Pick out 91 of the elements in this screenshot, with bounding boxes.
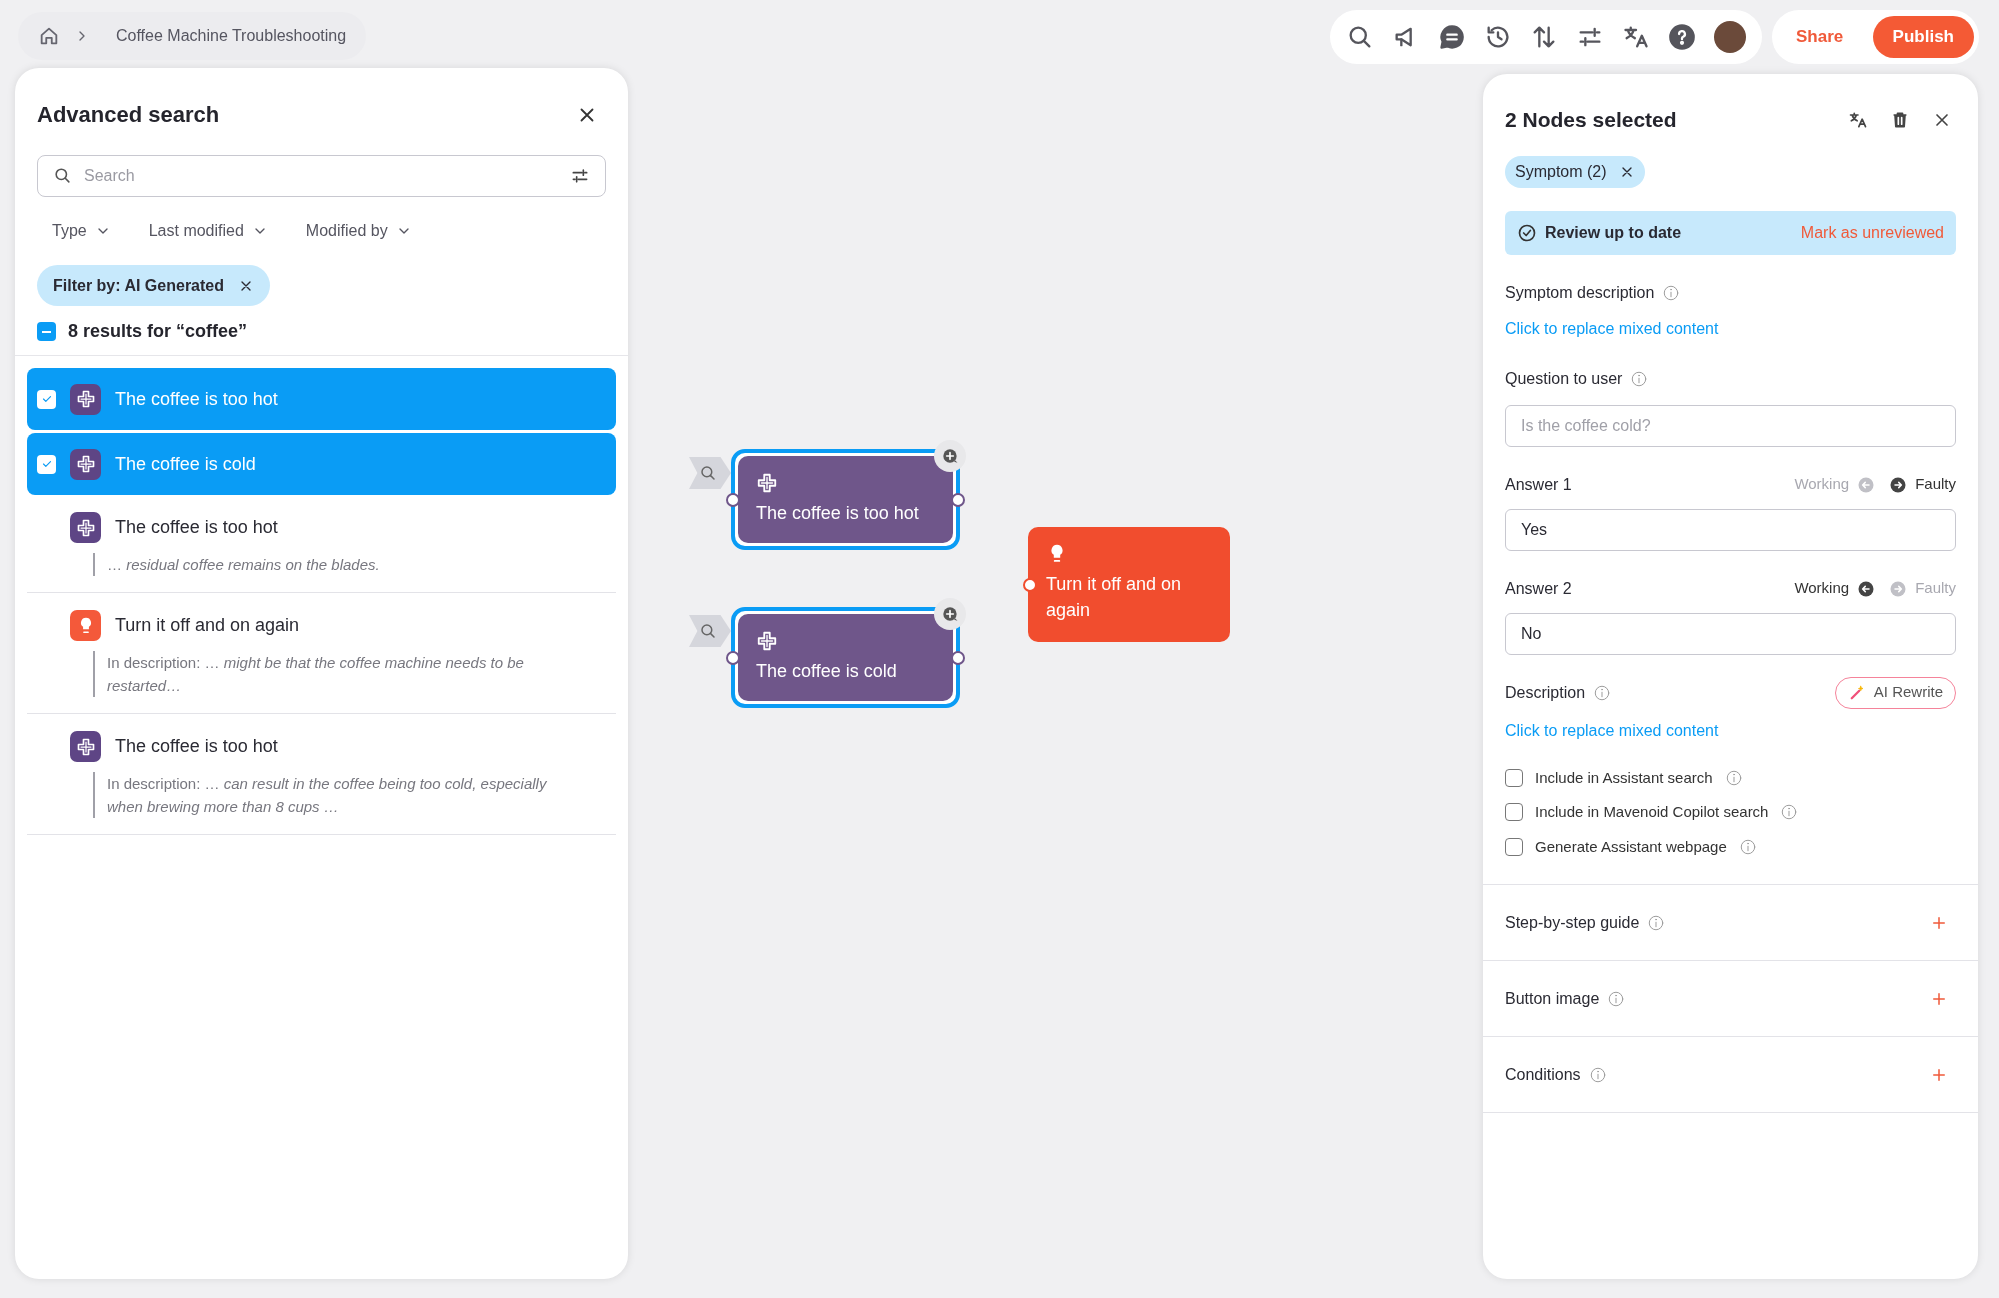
result-title: The coffee is too hot bbox=[115, 735, 278, 758]
chat-button[interactable] bbox=[1438, 23, 1466, 51]
checkbox[interactable] bbox=[1505, 837, 1523, 856]
add-icon bbox=[940, 604, 960, 624]
symptom-node[interactable]: The coffee is too hot bbox=[731, 449, 960, 550]
review-status: Review up to date bbox=[1545, 222, 1682, 243]
result-row[interactable]: The coffee is too hot … residual coffee remains on the blades. bbox=[27, 498, 616, 593]
answer-field[interactable]: Yes bbox=[1505, 508, 1956, 551]
search-icon bbox=[699, 464, 717, 482]
answer-field[interactable]: No bbox=[1505, 612, 1956, 655]
search-icon bbox=[699, 622, 717, 640]
node-label: The coffee is cold bbox=[756, 660, 898, 683]
help-icon bbox=[1668, 23, 1696, 51]
search-field[interactable]: Search bbox=[37, 155, 606, 197]
add-icon bbox=[940, 446, 960, 466]
connection-handle[interactable] bbox=[726, 650, 740, 665]
arrow-left-icon bbox=[1857, 475, 1876, 494]
connection-handle[interactable] bbox=[1023, 577, 1037, 592]
result-title: The coffee is cold bbox=[115, 452, 256, 476]
filter-dropdown[interactable]: Modified by bbox=[305, 219, 412, 243]
checkbox-label: Include in Assistant search bbox=[1535, 767, 1713, 788]
field-label: Answer 1 bbox=[1505, 474, 1572, 495]
checkbox-label: Generate Assistant webpage bbox=[1535, 836, 1727, 857]
result-title: The coffee is too hot bbox=[115, 387, 278, 411]
question-field[interactable]: Is the coffee cold? bbox=[1505, 404, 1956, 447]
symptom-node[interactable]: The coffee is cold bbox=[731, 607, 960, 708]
field-label: Description bbox=[1505, 682, 1586, 703]
info-icon[interactable] bbox=[1607, 989, 1626, 1008]
panel-title: 2 Nodes selected bbox=[1505, 107, 1677, 133]
info-icon[interactable] bbox=[1588, 1065, 1607, 1084]
info-icon[interactable] bbox=[1724, 768, 1743, 787]
row-checkbox[interactable] bbox=[37, 454, 56, 474]
search-tag[interactable] bbox=[689, 457, 731, 489]
outcome-option[interactable]: Faulty bbox=[1889, 473, 1956, 496]
result-title: The coffee is too hot bbox=[115, 516, 278, 539]
user-avatar[interactable] bbox=[1714, 21, 1746, 53]
results-count: 8 results for “coffee” bbox=[68, 320, 248, 343]
cross-icon bbox=[70, 512, 101, 543]
checkbox[interactable] bbox=[1505, 768, 1523, 787]
node-label: Turn it off and on again bbox=[1046, 573, 1183, 622]
cross-icon bbox=[70, 448, 101, 480]
field-label: Conditions bbox=[1505, 1064, 1581, 1085]
arrow-right-icon bbox=[1889, 475, 1908, 494]
search-icon bbox=[53, 166, 72, 185]
result-row[interactable]: Turn it off and on again In description: … might be that the coffee machine needs to be restarted… bbox=[27, 596, 616, 714]
filter-chip-label: Filter by: AI Generated bbox=[53, 275, 224, 296]
info-icon[interactable] bbox=[1662, 283, 1681, 302]
home-icon[interactable] bbox=[38, 25, 60, 47]
chat-icon bbox=[1438, 23, 1466, 51]
info-icon[interactable] bbox=[1593, 683, 1612, 702]
node-label: The coffee is too hot bbox=[756, 502, 920, 525]
checkbox-label: Include in Mavenoid Copilot search bbox=[1535, 802, 1769, 822]
search-tag[interactable] bbox=[689, 615, 731, 647]
filter-dropdown[interactable]: Last modified bbox=[148, 219, 268, 243]
cross-icon bbox=[756, 630, 778, 652]
type-chip-label: Symptom (2) bbox=[1515, 161, 1607, 182]
arrow-right-icon bbox=[1889, 579, 1908, 598]
row-checkbox[interactable] bbox=[37, 389, 56, 409]
field-label: Answer 2 bbox=[1505, 578, 1572, 599]
check-circle-icon bbox=[1517, 222, 1537, 243]
filter-dropdown[interactable]: Type bbox=[52, 219, 111, 243]
field-label: Symptom description bbox=[1505, 282, 1655, 303]
result-row[interactable]: The coffee is too hot In description: … can result in the coffee being too cold, especially when brewing more than 8 cups … bbox=[27, 717, 616, 835]
cross-icon bbox=[756, 472, 778, 494]
result-snippet: … residual coffee remains on the blades. bbox=[107, 555, 381, 575]
select-all-checkbox[interactable] bbox=[37, 322, 56, 341]
panel-title: Advanced search bbox=[37, 101, 220, 129]
info-icon[interactable] bbox=[1647, 913, 1666, 932]
add-button[interactable] bbox=[934, 440, 966, 472]
info-icon[interactable] bbox=[1630, 369, 1649, 388]
result-snippet: In description: … can result in the coffee being too cold, especially when brewing more than 8 cups … bbox=[107, 774, 548, 817]
info-icon[interactable] bbox=[1780, 803, 1799, 822]
arrow-left-icon bbox=[1857, 579, 1876, 598]
result-snippet: In description: … might be that the coffee machine needs to be restarted… bbox=[107, 653, 525, 696]
sliders-icon[interactable] bbox=[570, 166, 590, 186]
cross-icon bbox=[70, 731, 101, 762]
connection-handle[interactable] bbox=[726, 492, 740, 507]
outcome-option[interactable]: Working bbox=[1794, 577, 1876, 600]
add-button[interactable] bbox=[934, 598, 966, 630]
cross-icon bbox=[70, 383, 101, 415]
result-title: Turn it off and on again bbox=[115, 614, 300, 637]
filter-chip[interactable]: Filter by: AI Generated bbox=[37, 265, 270, 306]
solution-node[interactable]: Turn it off and on again bbox=[1028, 527, 1230, 642]
field-label: Question to user bbox=[1505, 368, 1623, 389]
help-button[interactable] bbox=[1668, 23, 1696, 51]
field-label: Step-by-step guide bbox=[1505, 912, 1640, 933]
field-label: Button image bbox=[1505, 988, 1600, 1009]
type-chip[interactable]: Symptom (2) bbox=[1505, 155, 1645, 188]
lightbulb-icon bbox=[70, 610, 101, 641]
info-icon[interactable] bbox=[1738, 837, 1757, 856]
checkbox[interactable] bbox=[1505, 803, 1523, 822]
